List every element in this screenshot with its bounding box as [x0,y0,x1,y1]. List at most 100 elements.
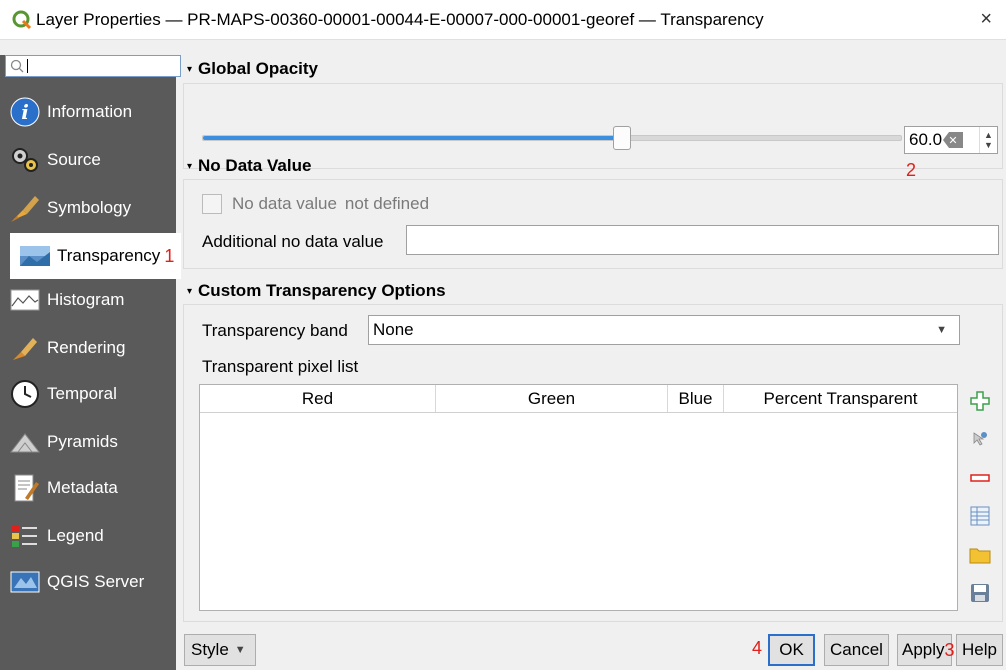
sidebar-item-label: Pyramids [47,432,118,451]
pixel-list-label: Transparent pixel list [202,357,359,376]
transparency-icon [19,240,51,272]
folder-icon [969,548,991,564]
transparent-pixel-table[interactable]: Red Green Blue Percent Transparent [199,384,958,611]
pick-from-map-button[interactable] [967,425,993,453]
sidebar-item-label: Information [47,102,133,121]
default-values-button[interactable] [967,502,993,530]
no-data-checkbox-row[interactable]: No data value not defined [202,194,429,214]
symbology-icon [9,192,41,224]
pyramids-icon [9,426,41,458]
sidebar-item-label: QGIS Server [47,572,145,591]
help-button[interactable]: Help [956,634,1003,666]
sidebar-item-symbology[interactable]: Symbology [0,185,176,231]
slider-handle[interactable] [612,126,631,150]
remove-pixel-button[interactable] [967,464,993,492]
opacity-spinbox[interactable]: 60.0 ✕ ▲ ▼ [904,126,998,154]
section-no-data-value[interactable]: ▾ No Data Value [187,156,311,176]
section-global-opacity[interactable]: ▾ Global Opacity [187,59,318,79]
collapse-arrow-icon: ▾ [187,160,193,172]
metadata-icon [9,472,41,504]
sidebar-item-label: Legend [47,526,104,545]
opacity-slider[interactable] [202,126,902,150]
table-icon [970,506,990,526]
annotation-marker: 4 [752,638,763,658]
no-data-checkbox[interactable] [202,194,222,214]
sidebar-item-label: Transparency [57,246,161,265]
sidebar-item-label: Histogram [47,290,125,309]
histogram-icon [9,284,41,316]
search-input[interactable] [5,55,181,77]
section-custom-transparency[interactable]: ▾ Custom Transparency Options [187,281,446,301]
style-button[interactable]: Style ▼ [184,634,256,666]
cancel-button[interactable]: Cancel [824,634,889,666]
svg-text:i: i [21,100,29,124]
sidebar-item-histogram[interactable]: Histogram [0,277,176,323]
qgis-logo-icon [12,10,32,29]
sidebar-item-information[interactable]: i Information [0,89,176,135]
column-header-percent[interactable]: Percent Transparent [724,385,957,412]
add-pixel-button[interactable] [967,387,993,415]
sidebar-item-source[interactable]: Source [0,137,176,183]
additional-no-data-input[interactable] [406,225,999,255]
sidebar-item-legend[interactable]: Legend [0,513,176,559]
sidebar-item-label: Rendering [47,338,126,357]
column-header-green[interactable]: Green [436,385,668,412]
section-title: Global Opacity [198,59,319,78]
export-to-file-button[interactable] [967,579,993,607]
transparency-band-select[interactable]: None ▼ [368,315,960,345]
save-icon [971,584,989,602]
opacity-value[interactable]: 60.0 [909,130,943,150]
sidebar-item-label: Temporal [47,384,117,403]
section-title: Custom Transparency Options [198,281,446,300]
pick-icon [973,432,987,446]
slider-fill [203,136,622,140]
rendering-icon [9,332,41,364]
title-bar: Layer Properties — PR-MAPS-00360-00001-0… [0,0,1006,40]
sidebar-item-temporal[interactable]: Temporal [0,371,176,417]
window-title: Layer Properties — PR-MAPS-00360-00001-0… [36,9,764,29]
transparency-band-label: Transparency band [202,321,348,340]
sidebar-item-label: Source [47,150,101,169]
no-data-state: not defined [344,194,430,213]
source-icon [9,144,41,176]
information-icon: i [9,96,41,128]
sidebar-item-rendering[interactable]: Rendering [0,325,176,371]
main-panel: ▾ Global Opacity 60.0 ✕ ▲ ▼ 2 ▾ No Data V… [181,55,1006,670]
annotation-marker: 2 [906,160,917,180]
chevron-down-icon: ▼ [234,644,246,656]
sidebar-item-pyramids[interactable]: Pyramids [0,419,176,465]
style-button-label: Style [191,640,229,659]
column-header-blue[interactable]: Blue [668,385,724,412]
sidebar-item-metadata[interactable]: Metadata [0,465,176,511]
legend-icon [9,520,41,552]
temporal-icon [9,378,41,410]
collapse-arrow-icon: ▾ [187,63,193,75]
annotation-marker: 3 [944,639,955,660]
annotation-marker: 1 [164,245,175,266]
section-title: No Data Value [198,156,312,175]
add-icon [970,391,990,411]
search-icon [10,59,24,73]
select-value: None [373,320,414,339]
sidebar-item-qgis-server[interactable]: QGIS Server [0,559,176,605]
remove-icon [970,474,990,482]
import-from-file-button[interactable] [967,541,993,569]
qgis-server-icon [9,566,41,598]
checkbox-label: No data value [232,194,337,213]
no-data-group: No data value not defined Additional no … [183,179,1003,269]
apply-button-label: Apply [902,640,945,659]
close-button[interactable]: × [980,8,992,31]
chevron-down-icon: ▼ [936,324,947,336]
table-header: Red Green Blue Percent Transparent [200,385,957,413]
spin-arrows-icon[interactable]: ▲ ▼ [979,127,997,153]
sidebar-item-label: Symbology [47,198,132,217]
ok-button[interactable]: OK [768,634,815,666]
clear-icon[interactable]: ✕ [943,132,963,148]
collapse-arrow-icon: ▾ [187,285,193,297]
sidebar-item-transparency[interactable]: Transparency 1 [10,233,190,279]
column-header-red[interactable]: Red [200,385,436,412]
sidebar-item-label: Metadata [47,478,118,497]
text-caret [27,59,28,73]
additional-no-data-label: Additional no data value [202,232,384,251]
apply-button[interactable]: Apply 3 [897,634,955,666]
